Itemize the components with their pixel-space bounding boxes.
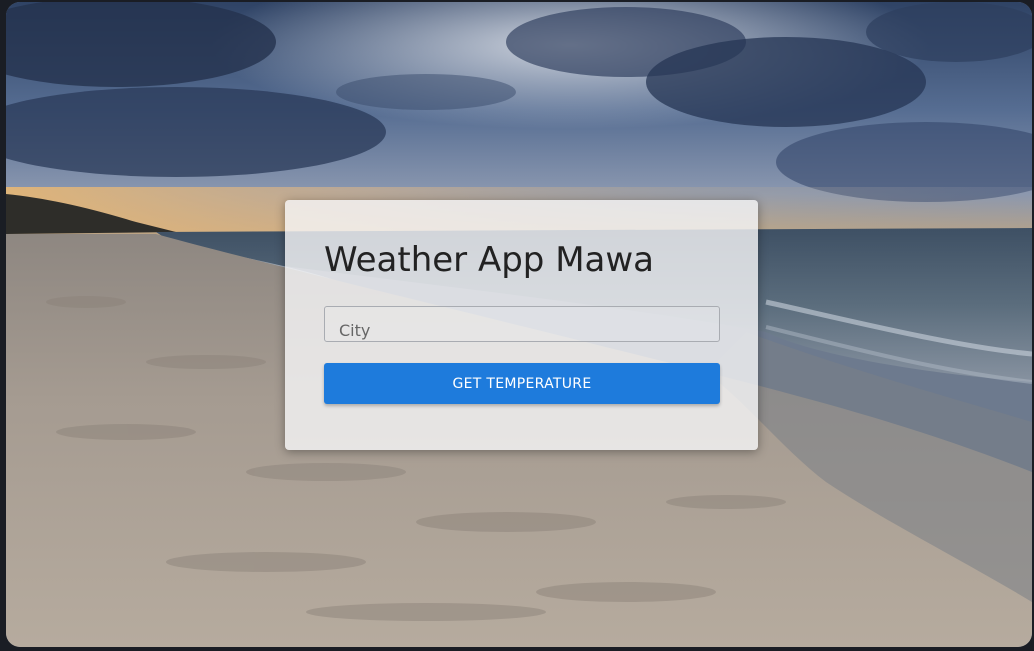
- weather-form-card: Weather App Mawa GET TEMPERATURE: [285, 200, 758, 450]
- app-window: Weather App Mawa GET TEMPERATURE: [6, 2, 1032, 647]
- city-input[interactable]: [324, 306, 720, 342]
- get-temperature-button[interactable]: GET TEMPERATURE: [324, 363, 720, 404]
- app-title: Weather App Mawa: [324, 240, 655, 280]
